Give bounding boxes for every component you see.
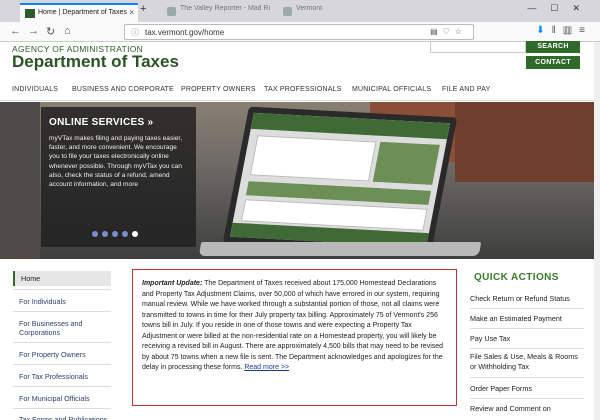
address-actions[interactable]: ▤♡☆ [430, 27, 467, 36]
carousel-dot[interactable] [112, 231, 118, 237]
qa-review-comment[interactable]: Review and Comment on [470, 404, 584, 414]
close-tab-icon[interactable]: × [129, 8, 134, 17]
sidebar-item-property-owners[interactable]: For Property Owners [13, 350, 111, 359]
sidebar-item-home[interactable]: Home [13, 271, 111, 286]
home-icon[interactable]: ⌂ [64, 25, 71, 37]
browser-tab-bar: Home | Department of Taxes × + The Valle… [0, 0, 600, 22]
qa-refund-status[interactable]: Check Return or Refund Status [470, 294, 584, 304]
nav-municipal-officials[interactable]: MUNICIPAL OFFICIALS [352, 86, 431, 93]
back-arrow-icon[interactable]: ← [10, 25, 21, 37]
sidebar-item-forms[interactable]: Tax Forms and Publications [13, 415, 111, 420]
site-favicon-icon [167, 7, 176, 16]
nav-file-and-pay[interactable]: FILE AND PAY [442, 86, 490, 93]
sidebar-item-municipal-officials[interactable]: For Municipal Officials [13, 394, 111, 403]
toolbar-icons[interactable]: ⬇‖▥≡ [536, 25, 592, 36]
online-services-panel[interactable]: ONLINE SERVICES » myVTax makes filing an… [41, 107, 196, 247]
nav-tax-professionals[interactable]: TAX PROFESSIONALS [264, 86, 342, 93]
window-controls[interactable]: —☐✕ [527, 3, 594, 14]
carousel-dot-active[interactable] [132, 231, 138, 237]
online-services-title[interactable]: ONLINE SERVICES » [49, 117, 188, 128]
nav-individuals[interactable]: INDIVIDUALS [12, 86, 58, 93]
nav-divider [0, 100, 600, 101]
laptop-screen [222, 106, 458, 254]
quick-actions-title: QUICK ACTIONS [474, 272, 559, 283]
qa-estimated-payment[interactable]: Make an Estimated Payment [470, 314, 584, 324]
download-icon: ⬇ [536, 25, 552, 36]
info-icon[interactable]: ⓘ [131, 27, 139, 38]
url-text[interactable]: tax.vermont.gov/home [145, 28, 224, 37]
tab-title: Home | Department of Taxes [38, 9, 127, 16]
page-scrollbar[interactable] [594, 42, 600, 420]
vermont-favicon-icon [25, 9, 35, 18]
site-title[interactable]: Department of Taxes [12, 52, 179, 72]
notice-body: The Department of Taxes received about 1… [142, 280, 444, 371]
sidebar-item-tax-professionals[interactable]: For Tax Professionals [13, 372, 111, 381]
nav-business[interactable]: BUSINESS AND CORPORATE [72, 86, 174, 93]
new-tab-button[interactable]: + [140, 3, 146, 15]
search-button[interactable]: SEARCH [526, 41, 580, 53]
tab-home[interactable]: Home | Department of Taxes × [20, 3, 138, 22]
sidebar-item-businesses[interactable]: For Businesses and Corporations [13, 319, 111, 337]
carousel-dot[interactable] [102, 231, 108, 237]
carousel-dot[interactable] [92, 231, 98, 237]
browser-toolbar: ← → ↻ ⌂ ⓘ tax.vermont.gov/home ▤♡☆ ⬇‖▥≡ [0, 22, 600, 42]
contact-button[interactable]: CONTACT [526, 56, 580, 69]
nav-property-owners[interactable]: PROPERTY OWNERS [181, 86, 256, 93]
reload-icon[interactable]: ↻ [46, 25, 55, 38]
qa-pay-use-tax[interactable]: Pay Use Tax [470, 334, 584, 344]
carousel-dot[interactable] [122, 231, 128, 237]
qa-order-forms[interactable]: Order Paper Forms [470, 384, 584, 394]
qa-file-sales-tax[interactable]: File Sales & Use, Meals & Rooms or Withh… [470, 352, 584, 371]
sidebar-item-individuals[interactable]: For Individuals [13, 297, 111, 306]
forward-arrow-icon[interactable]: → [28, 25, 39, 37]
site-favicon-icon [283, 7, 292, 16]
online-services-text: myVTax makes filing and paying taxes eas… [49, 135, 183, 189]
search-input[interactable] [430, 41, 526, 53]
read-more-link[interactable]: Read more >> [244, 364, 289, 371]
tab-vermont[interactable]: Vermont [280, 5, 350, 20]
address-bar[interactable]: ⓘ tax.vermont.gov/home ▤♡☆ [124, 24, 474, 40]
important-update-notice: Important Update: The Department of Taxe… [132, 269, 457, 406]
laptop-base [198, 242, 482, 256]
tab-valley-reporter[interactable]: The Valley Reporter - Mad Ri [164, 5, 274, 20]
notice-lead: Important Update: [142, 280, 203, 287]
